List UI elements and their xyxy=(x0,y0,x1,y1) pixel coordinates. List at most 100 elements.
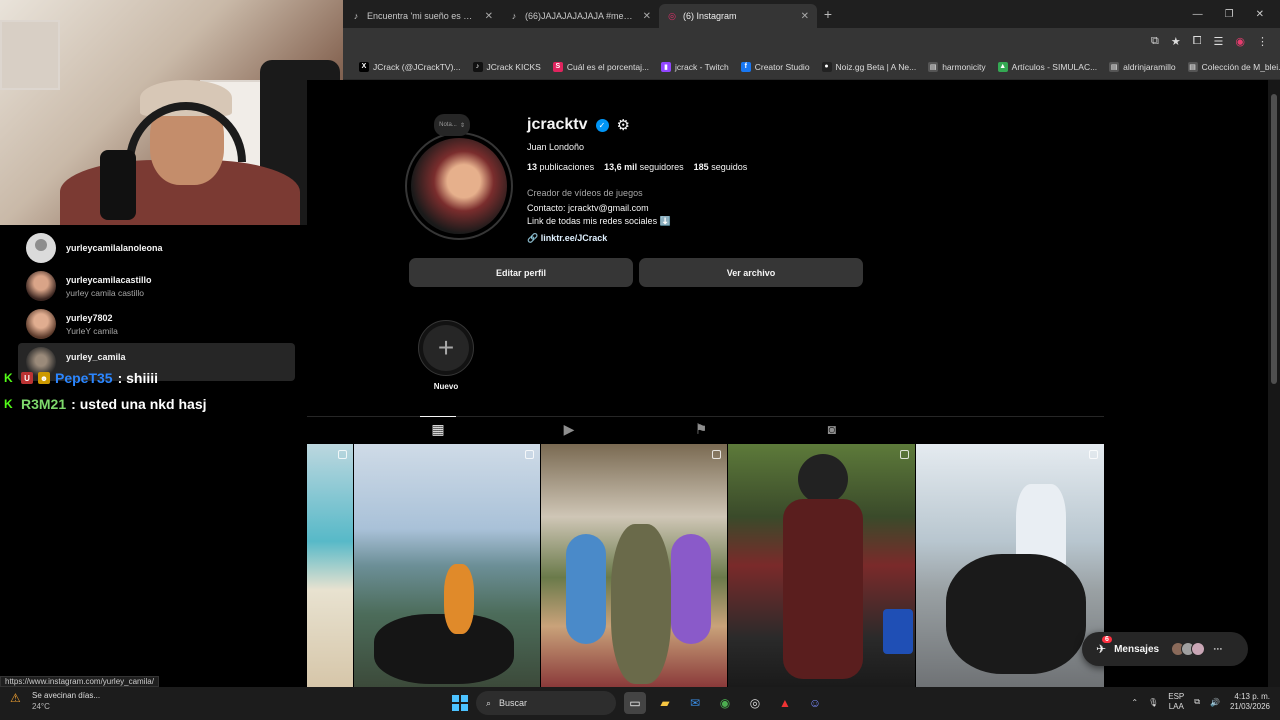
edit-profile-button[interactable]: Editar perfil xyxy=(409,258,633,287)
search-result-item[interactable]: yurleycamilalanoleona xyxy=(18,229,295,267)
result-text: yurleycamilacastillo yurley camila casti… xyxy=(66,275,152,298)
bookmark-item[interactable]: ▮ jcrack - Twitch xyxy=(657,61,733,72)
bookmark-item[interactable]: ▤ harmonicity xyxy=(924,61,989,72)
s-icon: S xyxy=(552,61,563,72)
tiktok-icon: ♪ xyxy=(472,61,483,72)
link-icon: 🔗 xyxy=(527,233,539,243)
post-thumbnail[interactable] xyxy=(354,444,540,687)
carousel-icon xyxy=(1089,450,1098,459)
view-archive-button[interactable]: Ver archivo xyxy=(639,258,863,287)
rider-figure xyxy=(444,564,474,634)
bookmark-item[interactable]: X JCrack (@JCrackTV)... xyxy=(355,61,465,72)
windows-taskbar: ⚠ Se avecinan días... 24°C ⌕ Buscar ▭ ▰ … xyxy=(0,687,1280,720)
search-panel: yurleycamilalanoleona yurleycamilacastil… xyxy=(0,225,307,687)
discord-icon[interactable]: ☺ xyxy=(804,692,826,714)
window-controls: — ❐ ✕ xyxy=(1193,9,1280,20)
bookmark-item[interactable]: ▤ aldrinjaramillo xyxy=(1105,61,1179,72)
result-username: yurleycamilacastillo xyxy=(66,274,152,285)
profile-note[interactable]: Nota... ⇕ xyxy=(434,114,470,136)
language-indicator[interactable]: ESP LAA xyxy=(1168,692,1184,712)
tiktok-icon: ♪ xyxy=(353,11,359,21)
carousel-icon xyxy=(338,450,347,459)
messages-button[interactable]: ✈ 6 Mensajes ⋯ xyxy=(1082,632,1248,666)
extensions-icon[interactable]: ⧠ xyxy=(1193,35,1202,48)
close-tab-icon[interactable]: ✕ xyxy=(485,11,493,22)
profile-link-text: linktr.ee/JCrack xyxy=(540,233,608,243)
task-view-icon[interactable]: ▭ xyxy=(624,692,646,714)
browser-tab-1[interactable]: ♪ Encuentra 'mi sueño es montar... ✕ xyxy=(343,4,501,28)
chat-username[interactable]: PepeT35 xyxy=(55,370,113,386)
chat-username[interactable]: R3M21 xyxy=(21,396,66,412)
obs-icon[interactable]: ◎ xyxy=(744,692,766,714)
adobe-icon[interactable]: ▲ xyxy=(774,692,796,714)
weather-temp: 24°C xyxy=(32,702,50,711)
background-shelf xyxy=(0,20,60,90)
bookmark-item[interactable]: ▲ Artículos - SIMULAC... xyxy=(994,61,1102,72)
profile-link[interactable]: 🔗 linktr.ee/JCrack xyxy=(527,232,671,245)
weather-alert-icon: ⚠ xyxy=(10,691,21,705)
scrollbar-thumb[interactable] xyxy=(1271,94,1277,384)
search-result-item[interactable]: yurleycamilacastillo yurley camila casti… xyxy=(18,267,295,305)
followers-stat[interactable]: 13,6 mil seguidores xyxy=(604,162,684,172)
instagram-icon: ◎ xyxy=(668,10,676,21)
avatar xyxy=(26,271,56,301)
post-thumbnail[interactable] xyxy=(916,444,1104,687)
bookmark-item[interactable]: S Cuál es el porcentaj... xyxy=(549,61,653,72)
menu-icon[interactable]: ⋮ xyxy=(1257,35,1268,48)
tab-title: Encuentra 'mi sueño es montar... xyxy=(367,11,479,21)
result-username: yurley7802 xyxy=(66,312,113,323)
browser-tab-instagram[interactable]: ◎ (6) Instagram ✕ xyxy=(659,4,817,28)
file-explorer-icon[interactable]: ▰ xyxy=(654,692,676,714)
windows-start-icon[interactable] xyxy=(452,695,468,711)
bookmark-item[interactable]: f Creator Studio xyxy=(737,61,814,72)
taskbar-clock[interactable]: 4:13 p. m. 21/03/2026 xyxy=(1230,692,1270,712)
tiktok-icon: ♪ xyxy=(511,11,517,21)
carousel-icon xyxy=(900,450,909,459)
clock-time: 4:13 p. m. xyxy=(1234,692,1270,701)
network-icon[interactable]: ⧉ xyxy=(1194,697,1200,707)
microphone-icon[interactable]: 🎙 xyxy=(1148,698,1158,707)
minimize-icon[interactable]: — xyxy=(1193,9,1203,20)
post-thumbnail[interactable] xyxy=(307,444,353,687)
profile-avatar[interactable] xyxy=(405,132,513,240)
settings-gear-icon[interactable]: ⚙ xyxy=(617,116,630,134)
new-tab-button[interactable]: + xyxy=(817,6,839,22)
profile-icon[interactable]: ◉ xyxy=(1235,35,1245,48)
tab-posts-grid-icon[interactable]: ▦ xyxy=(420,416,456,438)
lang-code: ESP xyxy=(1168,692,1185,701)
close-tab-icon[interactable]: ✕ xyxy=(801,11,809,22)
avatar xyxy=(26,233,56,263)
chat-message: K R3M21 : usted una nkd hasj xyxy=(4,391,304,417)
restore-icon[interactable]: ❐ xyxy=(1225,9,1234,20)
cast-icon[interactable]: ⧉ xyxy=(1151,35,1159,48)
post-thumbnail[interactable] xyxy=(728,444,915,687)
chat-text: : shiiii xyxy=(117,370,159,386)
microphone xyxy=(100,150,136,220)
volume-icon[interactable]: 🔊 xyxy=(1210,698,1220,707)
messenger-icon: ✈ 6 xyxy=(1096,636,1112,656)
weather-widget[interactable]: ⚠ Se avecinan días... 24°C xyxy=(10,691,100,711)
bookmark-star-icon[interactable]: ★ xyxy=(1171,35,1181,48)
post-thumbnail[interactable] xyxy=(541,444,727,687)
page-scrollbar[interactable] xyxy=(1268,80,1280,687)
taskbar-search[interactable]: ⌕ Buscar xyxy=(476,691,616,715)
chrome-icon[interactable]: ◉ xyxy=(714,692,736,714)
bookmark-item[interactable]: ▤ Colección de M_blei... xyxy=(1184,61,1280,72)
person-figure xyxy=(611,524,671,684)
tab-reels-icon[interactable]: ▶ xyxy=(557,421,581,438)
new-highlight-button[interactable]: + xyxy=(418,320,474,376)
tray-chevron-icon[interactable]: ⌃ xyxy=(1131,698,1138,707)
close-tab-icon[interactable]: ✕ xyxy=(643,11,651,22)
following-stat[interactable]: 185 seguidos xyxy=(694,162,748,172)
browser-tab-2[interactable]: ♪ (66)JAJAJAJAJAJA #meme #c... ✕ xyxy=(501,4,659,28)
profile-full-name: Juan Londoño xyxy=(527,142,585,152)
tab-saved-bookmark-icon[interactable]: ⚑ xyxy=(689,421,713,438)
search-result-item[interactable]: yurley7802 YurleY camila xyxy=(18,305,295,343)
bookmark-item[interactable]: ♪ JCrack KICKS xyxy=(469,61,545,72)
bookmark-item[interactable]: ● Noiz.gg Beta | A Ne... xyxy=(818,61,921,72)
reading-list-icon[interactable]: ☰ xyxy=(1214,35,1224,48)
close-window-icon[interactable]: ✕ xyxy=(1256,9,1264,20)
screen: ♪ Encuentra 'mi sueño es montar... ✕ ♪ (… xyxy=(0,0,1280,720)
outlook-icon[interactable]: ✉ xyxy=(684,692,706,714)
tab-tagged-icon[interactable]: ◙ xyxy=(820,421,844,437)
